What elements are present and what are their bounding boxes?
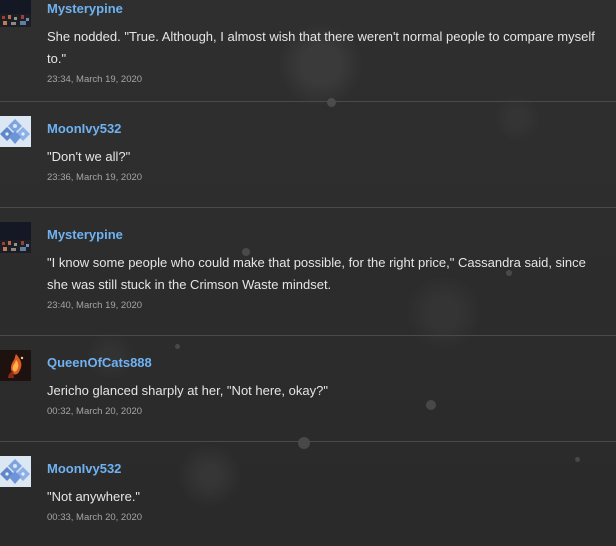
message-timestamp: 00:33, March 20, 2020 — [47, 512, 143, 523]
message-author[interactable]: MoonIvy532 — [47, 120, 598, 138]
user-avatar[interactable] — [0, 456, 31, 487]
message-timestamp: 00:32, March 20, 2020 — [47, 406, 143, 417]
message-timestamp: 23:34, March 19, 2020 — [47, 74, 143, 85]
city-night-avatar-icon — [0, 222, 31, 253]
message-text: "Not anywhere." — [47, 489, 141, 504]
blue-crystal-avatar-icon — [0, 456, 31, 487]
chat-log: Mysterypine She nodded. "True. Although,… — [0, 0, 616, 546]
message-text: Jericho glanced sharply at her, "Not her… — [47, 383, 328, 398]
user-avatar[interactable] — [0, 222, 31, 253]
chat-message: Mysterypine She nodded. "True. Although,… — [0, 0, 616, 102]
chat-message: QueenOfCats888 Jericho glanced sharply a… — [0, 336, 616, 442]
city-night-avatar-icon — [0, 0, 31, 27]
message-text: She nodded. "True. Although, I almost wi… — [47, 29, 595, 66]
chat-message: MoonIvy532 "Not anywhere." 00:33, March … — [0, 442, 616, 546]
user-avatar[interactable] — [0, 350, 31, 381]
message-timestamp: 23:36, March 19, 2020 — [47, 172, 143, 183]
flame-avatar-icon — [0, 350, 31, 381]
blue-crystal-avatar-icon — [0, 116, 31, 147]
message-timestamp: 23:40, March 19, 2020 — [47, 300, 143, 311]
message-author[interactable]: QueenOfCats888 — [47, 354, 598, 372]
message-author[interactable]: Mysterypine — [47, 0, 598, 18]
user-avatar[interactable] — [0, 116, 31, 147]
message-author[interactable]: Mysterypine — [47, 226, 598, 244]
message-author[interactable]: MoonIvy532 — [47, 460, 598, 478]
message-text: "Don't we all?" — [47, 149, 131, 164]
user-avatar[interactable] — [0, 0, 31, 27]
chat-message: MoonIvy532 "Don't we all?" 23:36, March … — [0, 102, 616, 208]
message-text: "I know some people who could make that … — [47, 255, 586, 292]
chat-message: Mysterypine "I know some people who coul… — [0, 208, 616, 336]
